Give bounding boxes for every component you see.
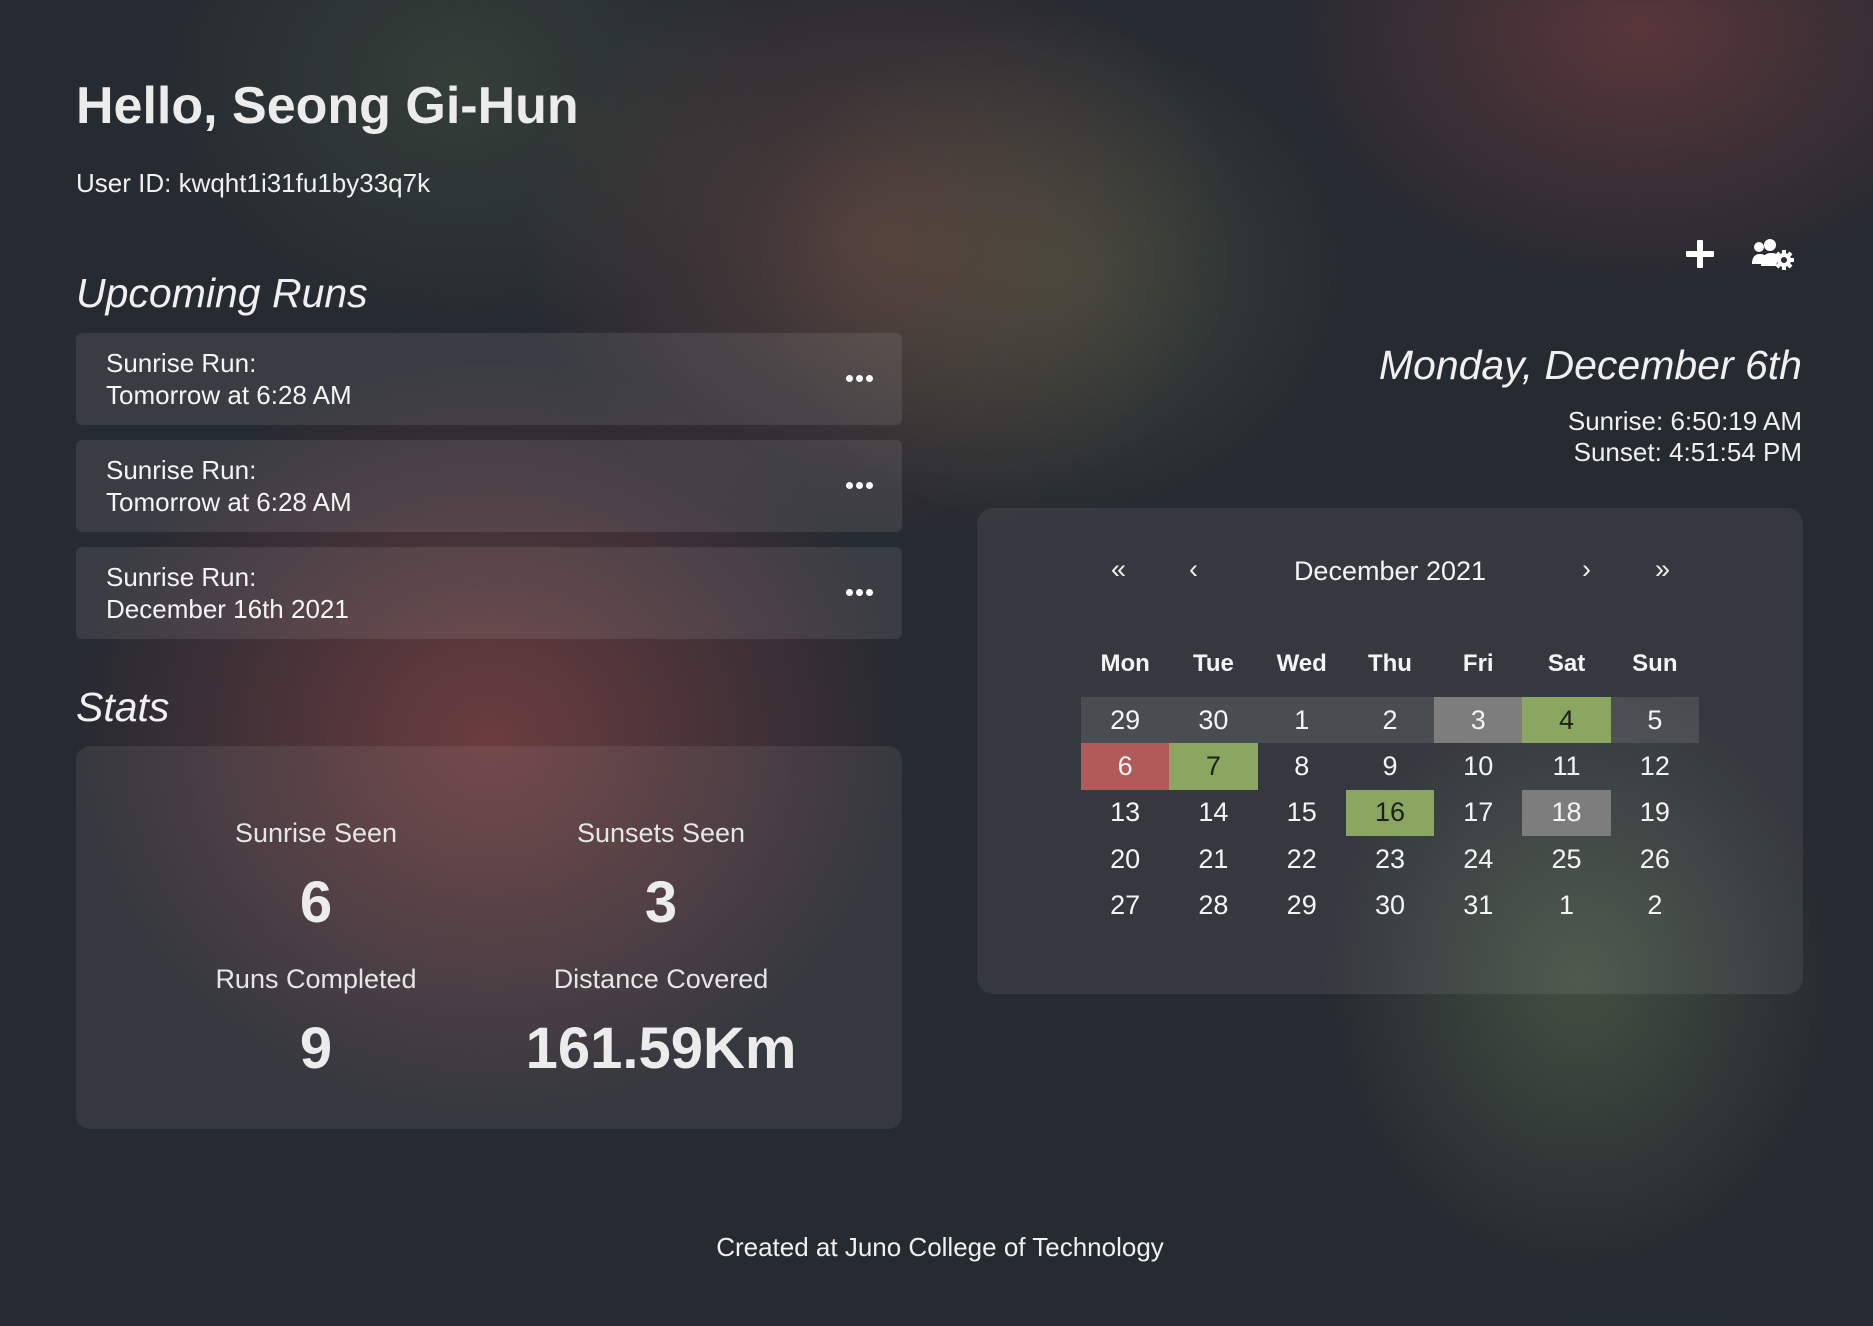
run-card[interactable]: Sunrise Run: Tomorrow at 6:28 AM <box>76 333 902 425</box>
plus-icon <box>1686 240 1714 268</box>
calendar-day[interactable]: 8 <box>1258 743 1346 789</box>
ellipsis-icon-dot <box>865 588 873 596</box>
calendar-day[interactable]: 5 <box>1610 697 1699 744</box>
calendar-day[interactable]: 25 <box>1522 836 1610 882</box>
run-title: Sunrise Run: <box>106 562 257 592</box>
calendar-day[interactable]: 31 <box>1434 882 1522 928</box>
calendar-day[interactable]: 26 <box>1611 836 1699 882</box>
run-time: Tomorrow at 6:28 AM <box>106 380 352 410</box>
calendar-day[interactable]: 2 <box>1345 697 1435 744</box>
users-gear-icon <box>1752 239 1794 270</box>
stat-sunrise-seen: Sunrise Seen 6 <box>156 818 476 936</box>
calendar-day[interactable]: 30 <box>1346 882 1434 928</box>
stat-runs-completed: Runs Completed 9 <box>156 964 476 1082</box>
current-date-heading: Monday, December 6th <box>1378 342 1802 388</box>
calendar-month-label[interactable]: December 2021 <box>1280 556 1500 587</box>
sunrise-time: Sunrise: 6:50:19 AM <box>1567 406 1802 436</box>
calendar-day[interactable]: 10 <box>1434 743 1522 789</box>
run-time: Tomorrow at 6:28 AM <box>106 487 352 517</box>
weekday-label: Thu <box>1367 650 1412 677</box>
weekday-label: Fri <box>1462 650 1494 677</box>
calendar-day[interactable]: 16 <box>1345 789 1435 836</box>
calendar-day[interactable]: 3 <box>1434 697 1523 744</box>
prev-year-button[interactable]: « <box>1111 554 1126 585</box>
stat-value: 161.59Km <box>525 1016 797 1081</box>
calendar-day[interactable]: 29 <box>1258 882 1346 928</box>
group-settings-button[interactable] <box>1750 238 1794 272</box>
calendar-day[interactable]: 23 <box>1346 836 1434 882</box>
calendar-day[interactable]: 1 <box>1522 882 1610 928</box>
ellipsis-icon <box>845 481 853 489</box>
stat-label: Sunsets Seen <box>576 818 746 848</box>
run-title: Sunrise Run: <box>106 455 257 485</box>
ellipsis-icon-dot <box>855 374 863 382</box>
stat-label: Runs Completed <box>215 964 417 994</box>
stats-title: Stats <box>76 684 170 730</box>
calendar-day[interactable]: 1 <box>1257 697 1346 744</box>
sun-times: Sunrise: 6:50:19 AM Sunset: 4:51:54 PM <box>1568 406 1802 468</box>
stat-distance-covered: Distance Covered 161.59Km <box>501 964 821 1082</box>
run-card[interactable]: Sunrise Run: Tomorrow at 6:28 AM <box>76 440 902 532</box>
weekday-label: Mon <box>1100 650 1150 677</box>
stat-value: 3 <box>644 870 678 935</box>
stat-label: Distance Covered <box>553 964 769 994</box>
more-options-button[interactable] <box>844 577 874 607</box>
weekday-label: Sun <box>1632 650 1678 677</box>
stat-value: 6 <box>299 870 333 935</box>
calendar-day[interactable]: 6 <box>1081 743 1170 790</box>
calendar-grid: Mon Tue Wed Thu Fri Sat Sun 29 30 1 2 3 4 5 6 7 8… <box>1081 650 1699 928</box>
calendar-day[interactable]: 19 <box>1611 790 1699 836</box>
calendar-days: 29 30 1 2 3 4 5 6 7 8 9 10 11 12 13 14 15 16 17 18 19 20 21 22 2… <box>1081 697 1699 928</box>
calendar-day[interactable]: 9 <box>1346 743 1434 789</box>
calendar-day[interactable]: 11 <box>1522 743 1610 789</box>
calendar-day[interactable]: 29 <box>1081 697 1170 744</box>
calendar-day[interactable]: 7 <box>1169 743 1258 790</box>
calendar-day[interactable]: 2 <box>1611 882 1699 928</box>
upcoming-runs-list: Sunrise Run: Tomorrow at 6:28 AM Sunrise… <box>76 333 902 654</box>
user-id-text: User ID: kwqht1i31fu1by33q7k <box>76 168 431 198</box>
stat-sunsets-seen: Sunsets Seen 3 <box>501 818 821 936</box>
ellipsis-icon-dot <box>855 481 863 489</box>
next-year-button[interactable]: » <box>1655 554 1670 585</box>
calendar-day[interactable]: 14 <box>1169 790 1257 836</box>
more-options-button[interactable] <box>844 470 874 500</box>
stat-label: Sunrise Seen <box>234 818 398 848</box>
upcoming-runs-title: Upcoming Runs <box>76 270 368 316</box>
run-title: Sunrise Run: <box>106 348 257 378</box>
prev-month-button[interactable]: ‹ <box>1189 554 1198 585</box>
weekday-label: Sat <box>1547 650 1586 677</box>
calendar-day[interactable]: 24 <box>1434 836 1522 882</box>
run-card[interactable]: Sunrise Run: December 16th 2021 <box>76 547 902 639</box>
stat-value: 9 <box>299 1016 333 1081</box>
calendar-day[interactable]: 30 <box>1169 697 1258 744</box>
calendar-day[interactable]: 12 <box>1611 743 1699 789</box>
calendar-day[interactable]: 15 <box>1258 790 1346 836</box>
calendar-day[interactable]: 20 <box>1081 836 1169 882</box>
calendar-day[interactable]: 27 <box>1081 882 1169 928</box>
weekday-header-row: Mon Tue Wed Thu Fri Sat Sun <box>1081 650 1699 684</box>
ellipsis-icon-dot <box>865 481 873 489</box>
ellipsis-icon <box>845 374 853 382</box>
run-time: December 16th 2021 <box>106 594 349 624</box>
calendar-day[interactable]: 28 <box>1169 882 1257 928</box>
calendar-day[interactable]: 21 <box>1169 836 1257 882</box>
ellipsis-icon-dot <box>865 374 873 382</box>
weekday-label: Tue <box>1192 650 1234 677</box>
weekday-label: Wed <box>1276 650 1327 677</box>
footer-credit: Created at Juno College of Technology <box>716 1232 1164 1262</box>
calendar-day[interactable]: 22 <box>1258 836 1346 882</box>
ellipsis-icon <box>845 588 853 596</box>
next-month-button[interactable]: › <box>1582 554 1591 585</box>
greeting-heading: Hello, Seong Gi-Hun <box>76 77 579 135</box>
more-options-button[interactable] <box>844 363 874 393</box>
calendar-day[interactable]: 13 <box>1081 790 1169 836</box>
calendar-day[interactable]: 17 <box>1434 790 1522 836</box>
calendar-day[interactable]: 18 <box>1522 789 1611 836</box>
calendar-day[interactable]: 4 <box>1522 697 1611 744</box>
sunset-time: Sunset: 4:51:54 PM <box>1573 437 1802 467</box>
add-run-button[interactable] <box>1684 238 1716 270</box>
ellipsis-icon-dot <box>855 588 863 596</box>
